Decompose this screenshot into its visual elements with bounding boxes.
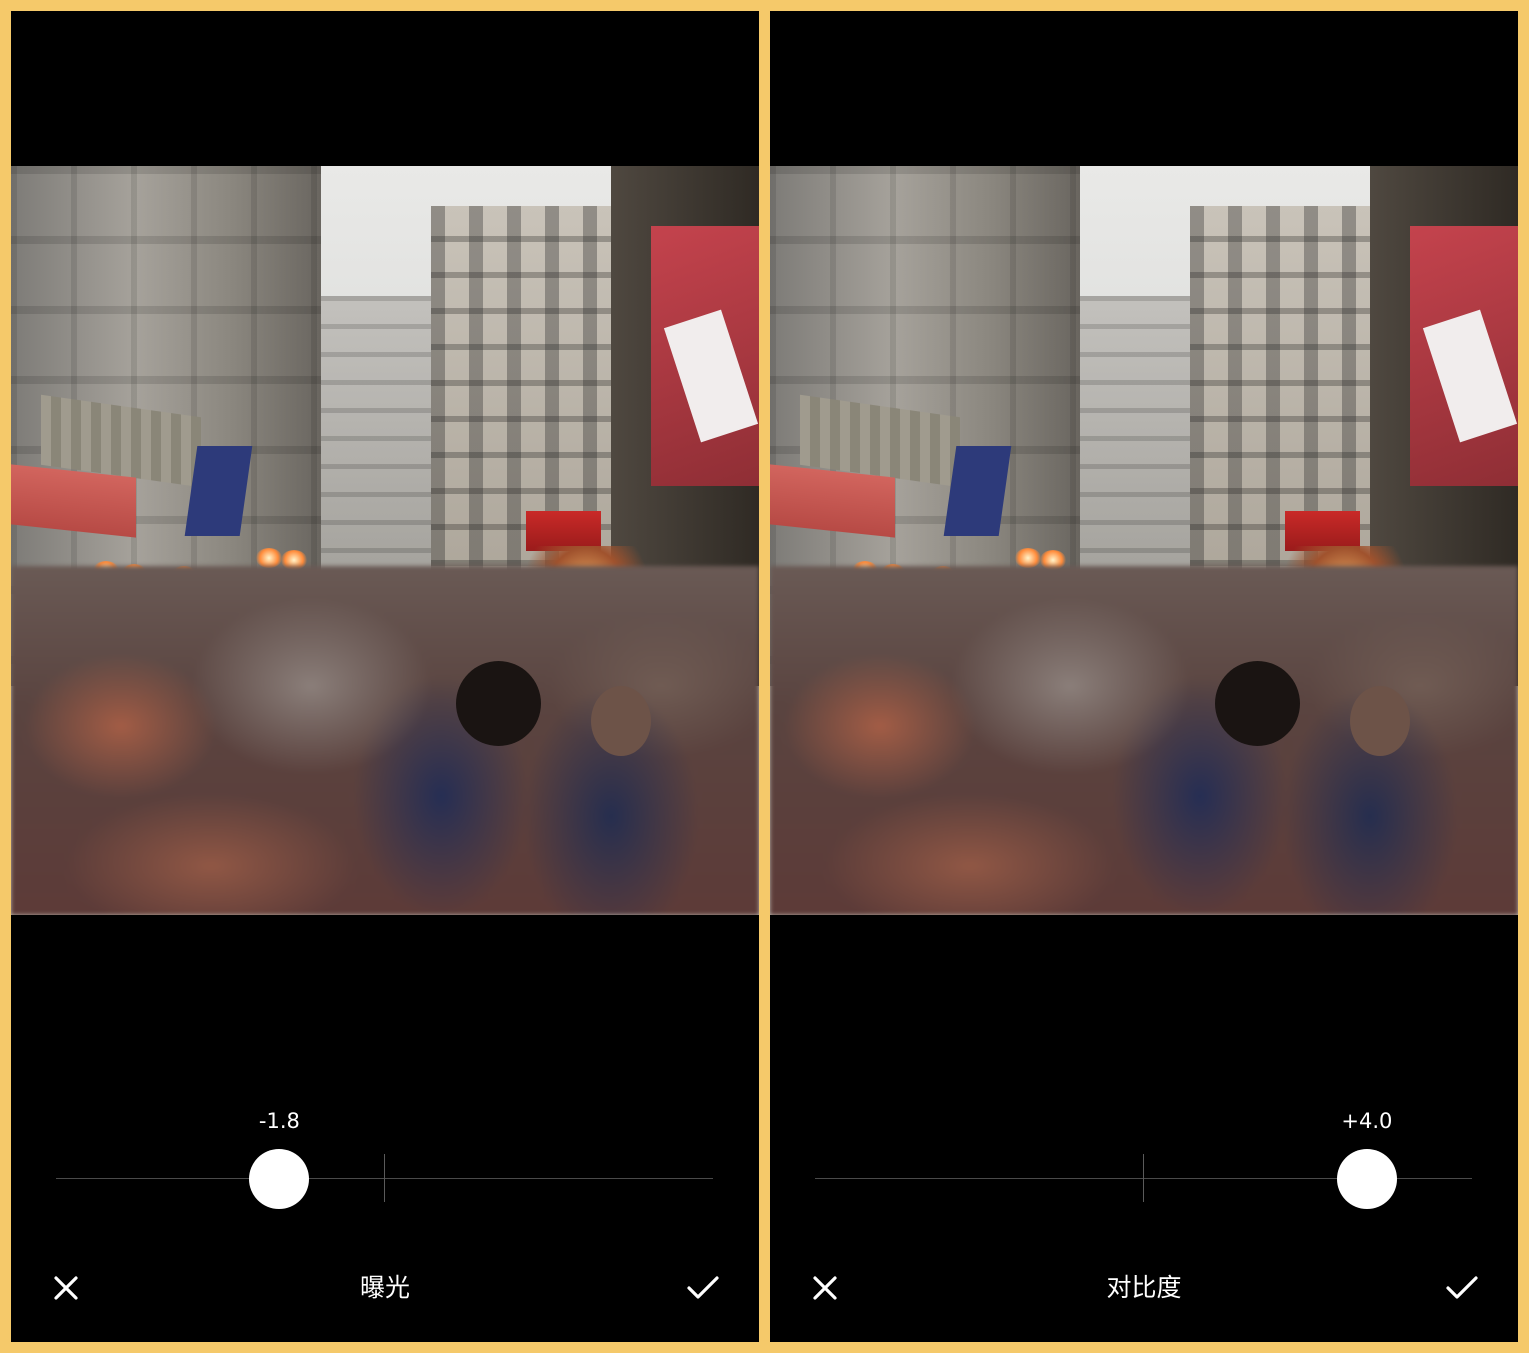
- slider-center-tick: [384, 1154, 385, 1202]
- confirm-button[interactable]: [1440, 1266, 1484, 1310]
- slider-knob[interactable]: [1336, 1149, 1397, 1209]
- exposure-editor-panel: -1.8 曝光: [11, 11, 759, 1342]
- tool-label: 曝光: [359, 1273, 410, 1302]
- photo-preview: [770, 166, 1518, 915]
- slider-knob[interactable]: [249, 1149, 310, 1209]
- contrast-editor-panel: +4.0 对比度: [770, 11, 1518, 1342]
- confirm-button[interactable]: [681, 1266, 725, 1310]
- slider-value: +4.0: [1341, 1109, 1393, 1133]
- check-icon: [1446, 1276, 1478, 1299]
- slider-center-tick: [1143, 1154, 1144, 1202]
- photo-preview: [11, 166, 759, 915]
- check-icon: [687, 1276, 719, 1299]
- tool-label: 对比度: [1106, 1273, 1182, 1302]
- slider-value: -1.8: [258, 1109, 300, 1133]
